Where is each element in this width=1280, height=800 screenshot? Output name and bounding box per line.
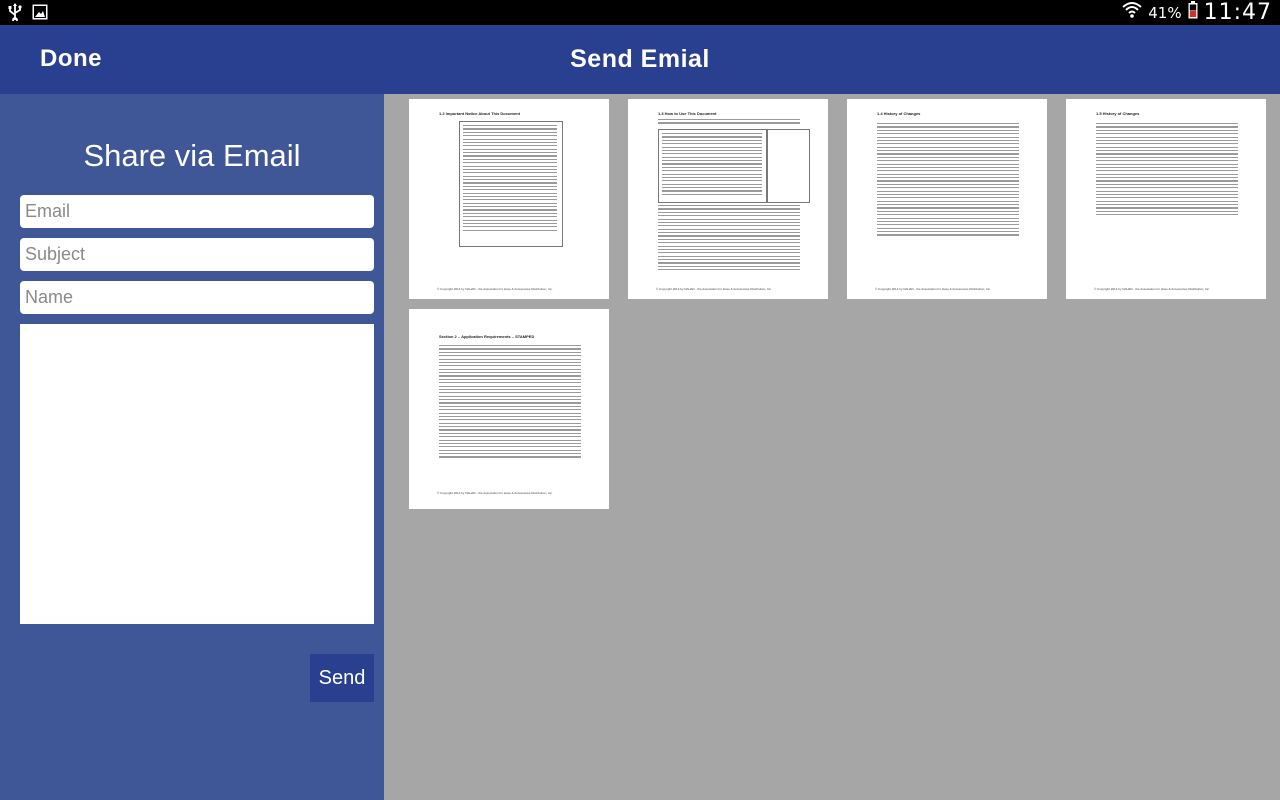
clock: 11:47: [1203, 0, 1272, 25]
table-text: [662, 133, 762, 197]
page-footer: © Copyright 2014 by NAHAD - the Associat…: [1094, 287, 1210, 291]
share-panel: Share via Email Send: [0, 94, 384, 800]
page-thumbnails: 1.2 Important Notice About This Document…: [384, 94, 1280, 800]
action-bar: Send Emial Done: [0, 25, 1280, 94]
status-bar: 41% 11:47: [0, 0, 1280, 25]
page-thumbnail[interactable]: Section 2 – Application Requirements – S…: [409, 309, 609, 509]
battery-icon: [1188, 1, 1198, 24]
page-heading: 1.3 How to Use This Document: [658, 111, 717, 116]
page-text: [877, 123, 1019, 238]
page-text: [658, 205, 800, 273]
status-bar-right: 41% 11:47: [1122, 0, 1272, 25]
battery-percent: 41%: [1148, 3, 1182, 22]
page-text: [439, 345, 581, 460]
email-field[interactable]: [20, 195, 374, 228]
page-footer: © Copyright 2014 by NAHAD - the Associat…: [437, 287, 553, 291]
page-footer: © Copyright 2014 by NAHAD - the Associat…: [875, 287, 991, 291]
table-divider: [766, 129, 768, 203]
message-field[interactable]: [20, 324, 374, 624]
share-heading: Share via Email: [83, 138, 301, 173]
page-thumbnail[interactable]: 1.5 History of Changes © Copyright 2014 …: [1066, 99, 1266, 299]
name-field[interactable]: [20, 281, 374, 314]
image-icon: [32, 4, 48, 25]
page-thumbnail[interactable]: 1.3 How to Use This Document © Copyright…: [628, 99, 828, 299]
page-thumbnail[interactable]: 1.2 Important Notice About This Document…: [409, 99, 609, 299]
page-text: [1096, 123, 1238, 218]
page-heading: 1.5 History of Changes: [1096, 111, 1140, 116]
page-text: [463, 125, 557, 233]
usb-icon: [8, 3, 22, 26]
page-text: [658, 119, 800, 126]
page-thumbnail[interactable]: 1.4 History of Changes © Copyright 2014 …: [847, 99, 1047, 299]
done-button[interactable]: Done: [40, 45, 102, 73]
subject-field[interactable]: [20, 238, 374, 271]
page-heading: 1.4 History of Changes: [877, 111, 921, 116]
status-bar-left: [8, 3, 48, 26]
page-footer: © Copyright 2014 by NAHAD - the Associat…: [656, 287, 772, 291]
page-heading: Section 2 – Application Requirements – S…: [439, 334, 535, 339]
wifi-icon: [1122, 1, 1142, 24]
page-title: Send Emial: [570, 45, 710, 73]
page-footer: © Copyright 2014 by NAHAD - the Associat…: [437, 491, 553, 495]
page-heading: 1.2 Important Notice About This Document: [439, 111, 520, 116]
send-button[interactable]: Send: [310, 654, 374, 702]
